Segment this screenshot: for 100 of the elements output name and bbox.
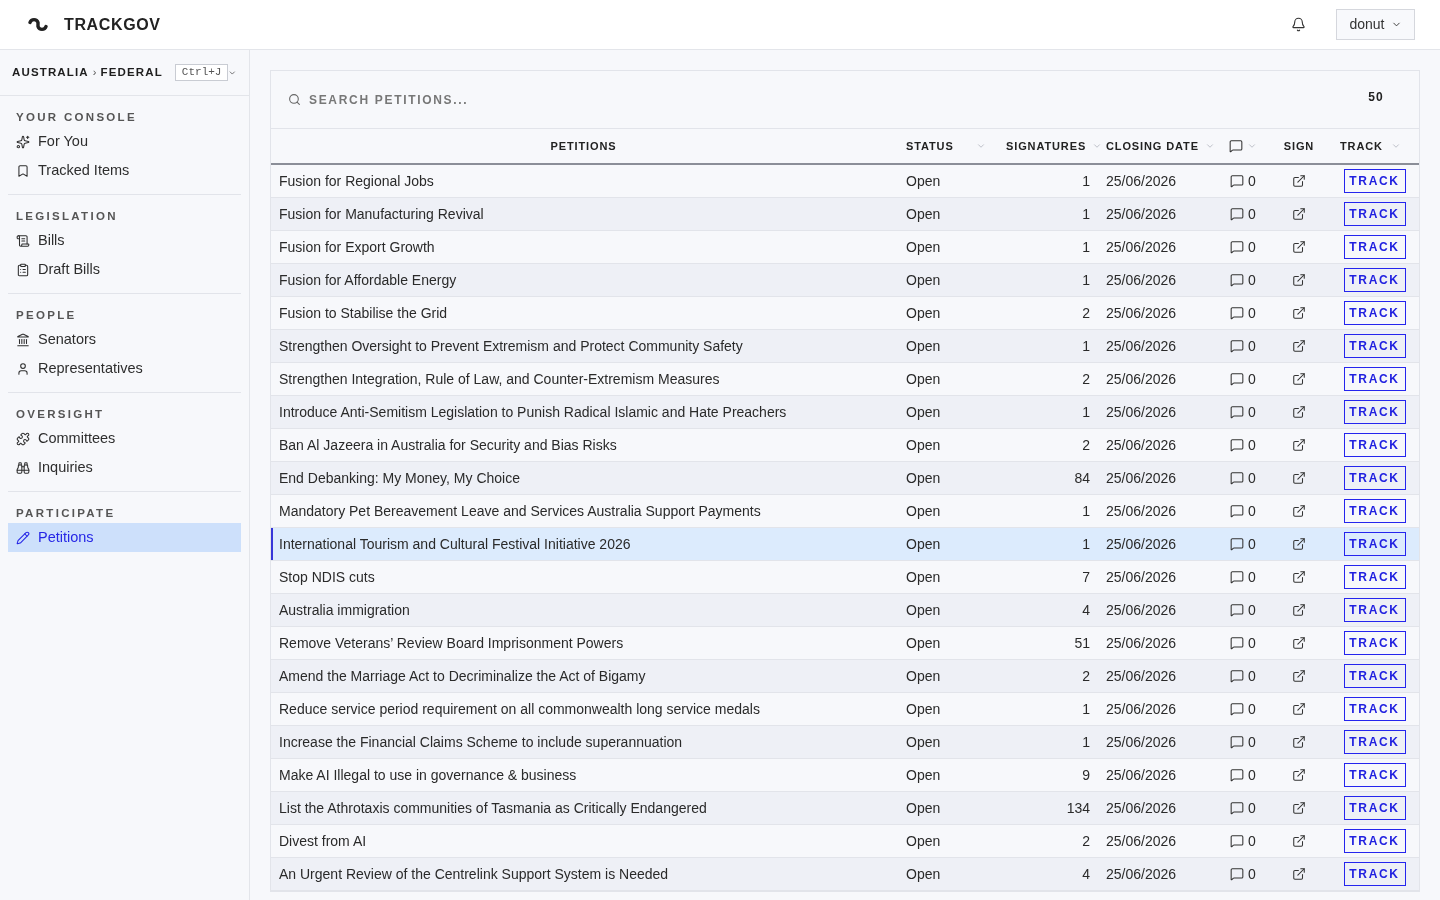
petition-title[interactable]: Fusion for Affordable Energy <box>279 271 457 288</box>
petition-title[interactable]: Ban Al Jazeera in Australia for Security and Bias Risks <box>279 436 617 453</box>
petition-title[interactable]: Stop NDIS cuts <box>279 568 375 585</box>
column-header[interactable]: CLOSING DATE <box>1100 129 1218 163</box>
table-row[interactable]: An Urgent Review of the Centrelink Support System is Needed Open 4 25/06/2026 0 TRACK <box>271 858 1419 891</box>
track-button[interactable]: TRACK <box>1343 235 1406 259</box>
external-link-icon[interactable] <box>1292 537 1306 551</box>
external-link-icon[interactable] <box>1292 570 1306 584</box>
breadcrumb-item[interactable]: FEDERAL <box>100 63 163 82</box>
sidebar-item[interactable]: Petitions <box>8 523 241 552</box>
petition-title[interactable]: Increase the Financial Claims Scheme to include superannuation <box>279 733 683 750</box>
track-button[interactable]: TRACK <box>1343 829 1406 853</box>
external-link-icon[interactable] <box>1292 471 1306 485</box>
track-button[interactable]: TRACK <box>1343 466 1406 490</box>
notification-bell-icon[interactable] <box>1291 17 1306 32</box>
track-button[interactable]: TRACK <box>1343 400 1406 424</box>
petition-title[interactable]: Fusion for Regional Jobs <box>279 172 434 189</box>
table-row[interactable]: Introduce Anti-Semitism Legislation to Punish Radical Islamic and Hate Preachers Open 1 25/06/2026 0 TRACK <box>271 396 1419 429</box>
track-button[interactable]: TRACK <box>1343 532 1406 556</box>
track-button[interactable]: TRACK <box>1343 433 1406 457</box>
petition-title[interactable]: Mandatory Pet Bereavement Leave and Services Australia Support Payments <box>279 502 761 519</box>
petition-title[interactable]: Remove Veterans’ Review Board Imprisonment Powers <box>279 634 624 651</box>
petition-title[interactable]: End Debanking: My Money, My Choice <box>279 469 520 486</box>
track-button[interactable]: TRACK <box>1343 169 1406 193</box>
table-row[interactable]: Amend the Marriage Act to Decriminalize the Act of Bigamy Open 2 25/06/2026 0 TRACK <box>271 660 1419 693</box>
external-link-icon[interactable] <box>1292 405 1306 419</box>
petition-title[interactable]: Australia immigration <box>279 601 410 618</box>
sidebar-item[interactable]: Committees <box>8 424 241 453</box>
external-link-icon[interactable] <box>1292 669 1306 683</box>
petition-title[interactable]: An Urgent Review of the Centrelink Support System is Needed <box>279 865 669 882</box>
user-menu-button[interactable]: donut <box>1336 9 1415 40</box>
petition-title[interactable]: Strengthen Oversight to Prevent Extremism and Protect Community Safety <box>279 337 743 354</box>
sidebar-item[interactable]: Tracked Items <box>8 156 241 185</box>
track-button[interactable]: TRACK <box>1343 565 1406 589</box>
wave-logo-icon[interactable] <box>28 17 48 32</box>
external-link-icon[interactable] <box>1292 867 1306 881</box>
sidebar-item[interactable]: Senators <box>8 325 241 354</box>
petition-title[interactable]: List the Athrotaxis communities of Tasmania as Critically Endangered <box>279 799 707 816</box>
search-field[interactable]: SEARCH PETITIONS... <box>309 84 1369 115</box>
petition-title[interactable]: Fusion for Manufacturing Revival <box>279 205 484 222</box>
track-button[interactable]: TRACK <box>1343 202 1406 226</box>
external-link-icon[interactable] <box>1292 768 1306 782</box>
external-link-icon[interactable] <box>1292 834 1306 848</box>
sidebar-item[interactable]: Bills <box>8 226 241 255</box>
track-button[interactable]: TRACK <box>1343 796 1406 820</box>
sidebar-item[interactable]: Inquiries <box>8 453 241 482</box>
signatures-cell: 1 <box>1082 502 1090 519</box>
external-link-icon[interactable] <box>1292 207 1306 221</box>
column-header[interactable]: SIGNATURES <box>996 129 1100 163</box>
external-link-icon[interactable] <box>1292 801 1306 815</box>
petition-title[interactable]: Strengthen Integration, Rule of Law, and Counter-Extremism Measures <box>279 370 720 387</box>
external-link-icon[interactable] <box>1292 735 1306 749</box>
track-button[interactable]: TRACK <box>1343 334 1406 358</box>
track-button[interactable]: TRACK <box>1343 268 1406 292</box>
table-row[interactable]: List the Athrotaxis communities of Tasmania as Critically Endangered Open 134 25/06/2026 0 TRACK <box>271 792 1419 825</box>
brand-name[interactable]: TRACKGOV <box>64 12 161 37</box>
sidebar-item[interactable]: Representatives <box>8 354 241 383</box>
table-row[interactable]: Fusion for Affordable Energy Open 1 25/06/2026 0 TRACK <box>271 264 1419 297</box>
table-row[interactable]: Strengthen Oversight to Prevent Extremism and Protect Community Safety Open 1 25/06/2026 0 TRACK <box>271 330 1419 363</box>
section-heading: OVERSIGHT <box>16 407 105 423</box>
petition-title[interactable]: Divest from AI <box>279 832 367 849</box>
external-link-icon[interactable] <box>1292 603 1306 617</box>
track-button[interactable]: TRACK <box>1343 301 1406 325</box>
external-link-icon[interactable] <box>1292 306 1306 320</box>
track-button[interactable]: TRACK <box>1343 862 1406 886</box>
table-row[interactable]: End Debanking: My Money, My Choice Open 84 25/06/2026 0 TRACK <box>271 462 1419 495</box>
external-link-icon[interactable] <box>1292 438 1306 452</box>
external-link-icon[interactable] <box>1292 636 1306 650</box>
petition-title[interactable]: International Tourism and Cultural Festival Initiative 2026 <box>279 535 631 552</box>
sidebar-item[interactable]: Draft Bills <box>8 255 241 284</box>
table-row[interactable]: International Tourism and Cultural Festival Initiative 2026 Open 1 25/06/2026 0 TRACK <box>271 528 1419 561</box>
track-button[interactable]: TRACK <box>1343 598 1406 622</box>
petition-title[interactable]: Fusion to Stabilise the Grid <box>279 304 448 321</box>
external-link-icon[interactable] <box>1292 174 1306 188</box>
external-link-icon[interactable] <box>1292 273 1306 287</box>
table-row[interactable]: Increase the Financial Claims Scheme to include superannuation Open 1 25/06/2026 0 TRACK <box>271 726 1419 759</box>
breadcrumb-item[interactable]: AUSTRALIA <box>12 63 89 82</box>
petition-title[interactable]: Amend the Marriage Act to Decriminalize the Act of Bigamy <box>279 667 646 684</box>
petition-title[interactable]: Make AI Illegal to use in governance & business <box>279 766 577 783</box>
petition-title[interactable]: Reduce service period requirement on all commonwealth long service medals <box>279 700 760 717</box>
external-link-icon[interactable] <box>1292 372 1306 386</box>
sidebar-item[interactable]: For You <box>8 127 241 156</box>
external-link-icon[interactable] <box>1292 240 1306 254</box>
petition-title[interactable]: Fusion for Export Growth <box>279 238 435 255</box>
table-row[interactable]: Australia immigration Open 4 25/06/2026 0 TRACK <box>271 594 1419 627</box>
track-button[interactable]: TRACK <box>1343 499 1406 523</box>
table-row[interactable]: Fusion for Manufacturing Revival Open 1 25/06/2026 0 TRACK <box>271 198 1419 231</box>
external-link-icon[interactable] <box>1292 702 1306 716</box>
track-button[interactable]: TRACK <box>1343 664 1406 688</box>
track-button[interactable]: TRACK <box>1343 763 1406 787</box>
column-header[interactable]: STATUS <box>896 129 996 163</box>
track-button[interactable]: TRACK <box>1343 697 1406 721</box>
petition-title[interactable]: Introduce Anti-Semitism Legislation to Punish Radical Islamic and Hate Preachers <box>279 403 787 420</box>
comment-icon <box>1230 174 1245 188</box>
track-button[interactable]: TRACK <box>1343 631 1406 655</box>
external-link-icon[interactable] <box>1292 339 1306 353</box>
track-button[interactable]: TRACK <box>1343 730 1406 754</box>
external-link-icon[interactable] <box>1292 504 1306 518</box>
track-button[interactable]: TRACK <box>1343 367 1406 391</box>
column-header[interactable]: TRACK <box>1330 129 1419 163</box>
